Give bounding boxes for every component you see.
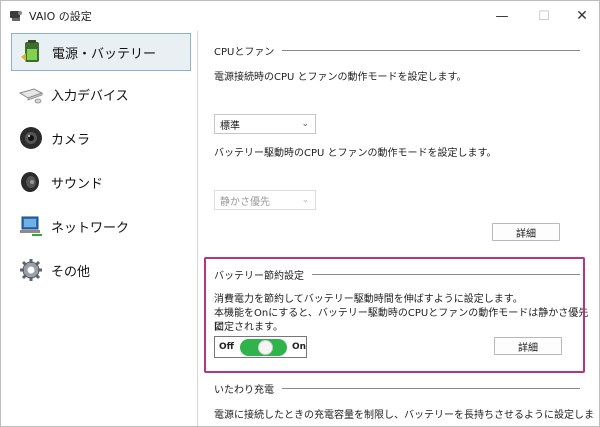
select-value: 静かさ優先	[220, 196, 270, 208]
minimize-button[interactable]: —	[489, 5, 515, 27]
section-title: CPUとファン	[214, 47, 275, 58]
chevron-down-icon: ⌄	[301, 119, 309, 129]
sidebar-item-input-devices[interactable]: 入力デバイス	[11, 75, 191, 113]
sidebar-item-label: その他	[51, 264, 91, 280]
ac-mode-description: 電源接続時のCPU とファンの動作モードを設定します。	[214, 72, 467, 83]
sidebar-item-network[interactable]: ネットワーク	[11, 207, 191, 245]
maximize-button[interactable]: ☐	[531, 5, 557, 27]
battery-saver-description-1: 消費電力を節約してバッテリー駆動時間を伸ばすように設定します。	[214, 294, 523, 305]
cpu-fan-detail-button[interactable]: 詳細	[492, 223, 560, 241]
chevron-down-icon: ⌄	[301, 195, 309, 205]
window-title: VAIO の設定	[29, 10, 92, 23]
close-button[interactable]: ✕	[569, 5, 595, 27]
sidebar-item-camera[interactable]: カメラ	[11, 119, 191, 157]
select-value: 標準	[220, 120, 240, 132]
camera-icon	[17, 124, 45, 152]
section-header-battery-saver: バッテリー節約設定	[214, 267, 580, 282]
section-divider	[282, 50, 580, 51]
toggle-knob[interactable]	[257, 339, 273, 355]
title-bar: VAIO の設定 — ☐ ✕	[1, 1, 599, 31]
sidebar: 電源・バッテリー 入力デバイス カメラ サウンド ネットワーク その他	[1, 31, 198, 426]
sidebar-item-label: 電源・バッテリー	[52, 46, 157, 62]
sidebar-item-power-battery[interactable]: 電源・バッテリー	[11, 33, 191, 71]
battery-icon	[18, 38, 46, 66]
vaio-app-icon	[10, 11, 22, 21]
battery-saver-detail-button[interactable]: 詳細	[494, 337, 562, 355]
settings-window: VAIO の設定 — ☐ ✕ 電源・バッテリー 入力デバイス カメラ サウンド …	[0, 0, 600, 427]
section-header-cpu-fan: CPUとファン	[214, 43, 580, 58]
content-panel: CPUとファン 電源接続時のCPU とファンの動作モードを設定します。 標準 ⌄…	[198, 31, 598, 426]
speaker-icon	[17, 168, 45, 196]
ac-mode-select[interactable]: 標準 ⌄	[214, 114, 316, 134]
section-title: いたわり充電	[214, 385, 274, 396]
section-divider	[312, 274, 580, 275]
section-title: バッテリー節約設定	[214, 271, 304, 282]
section-header-care-charging: いたわり充電	[214, 381, 580, 396]
sidebar-item-label: ネットワーク	[51, 220, 130, 236]
battery-mode-select: 静かさ優先 ⌄	[214, 190, 316, 210]
sidebar-item-label: サウンド	[51, 176, 104, 192]
battery-saver-description-3: 固定されます。	[214, 322, 283, 333]
gear-icon	[17, 256, 45, 284]
section-divider	[282, 388, 580, 389]
toggle-on-label: On	[291, 342, 306, 352]
toggle-track[interactable]	[239, 338, 287, 356]
battery-saver-toggle[interactable]: Off On	[214, 336, 307, 358]
sidebar-item-label: 入力デバイス	[51, 88, 129, 104]
sidebar-item-other[interactable]: その他	[11, 251, 191, 289]
care-charging-description: 電源に接続したときの充電容量を制限し、バッテリーを長持ちさせるように設定しま	[214, 410, 594, 421]
keyboard-icon	[17, 80, 45, 108]
network-icon	[17, 212, 45, 240]
sidebar-item-label: カメラ	[51, 132, 91, 148]
sidebar-item-sound[interactable]: サウンド	[11, 163, 191, 201]
battery-mode-description: バッテリー駆動時のCPU とファンの動作モードを設定します。	[214, 148, 497, 159]
toggle-off-label: Off	[219, 342, 234, 352]
